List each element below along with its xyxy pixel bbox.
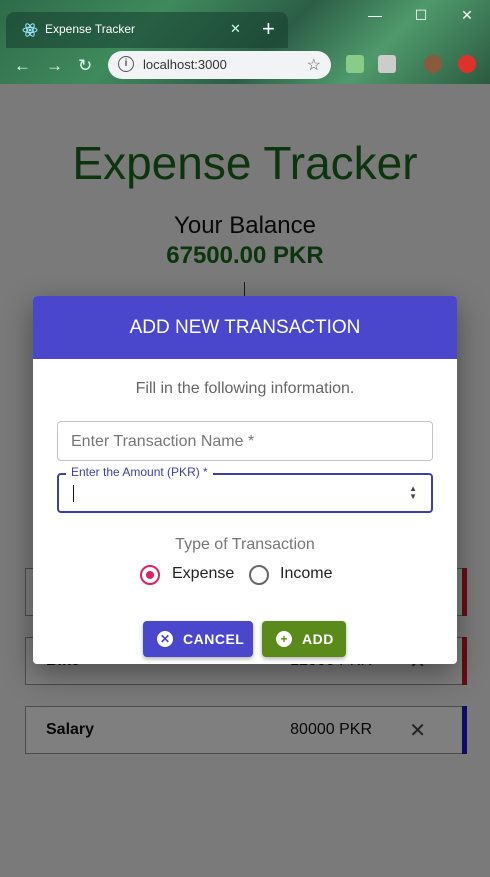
update-icon[interactable] xyxy=(458,55,476,73)
extension-icon-2[interactable] xyxy=(378,55,396,73)
browser-chrome: Expense Tracker ✕ + — ☐ ✕ ← → ↻ i localh… xyxy=(0,0,490,84)
expense-radio-label[interactable]: Expense xyxy=(172,565,234,583)
add-transaction-dialog: ADD NEW TRANSACTION Fill in the followin… xyxy=(33,296,457,664)
forward-icon[interactable]: → xyxy=(46,56,63,76)
amount-field-label: Enter the Amount (PKR) * xyxy=(66,465,213,479)
transaction-name-placeholder: Enter Transaction Name * xyxy=(71,433,255,450)
add-button[interactable]: + ADD xyxy=(262,621,346,657)
react-icon xyxy=(22,23,38,37)
text-caret xyxy=(73,485,74,502)
income-radio[interactable] xyxy=(249,565,269,585)
transaction-name-field[interactable]: Enter Transaction Name * xyxy=(57,421,433,461)
info-icon[interactable]: i xyxy=(118,56,134,72)
extension-icon[interactable] xyxy=(346,55,364,73)
close-window-icon[interactable]: ✕ xyxy=(444,0,490,30)
new-tab-icon[interactable]: + xyxy=(262,18,275,40)
cancel-button[interactable]: ✕ CANCEL xyxy=(143,621,253,657)
address-bar[interactable]: i localhost:3000 ☆ xyxy=(108,51,331,79)
cancel-label: CANCEL xyxy=(183,631,245,647)
back-icon[interactable]: ← xyxy=(14,56,31,76)
reload-icon[interactable]: ↻ xyxy=(78,56,92,76)
add-label: ADD xyxy=(302,631,334,647)
browser-tab[interactable]: Expense Tracker ✕ xyxy=(6,12,288,48)
amount-field[interactable]: ▲ ▼ xyxy=(57,473,433,513)
number-spinner-icon[interactable]: ▲ ▼ xyxy=(409,485,417,501)
url-text: localhost:3000 xyxy=(143,57,227,72)
expense-radio[interactable] xyxy=(140,565,160,585)
dialog-subtitle: Fill in the following information. xyxy=(135,380,355,397)
add-icon: + xyxy=(276,631,292,647)
dialog-title: ADD NEW TRANSACTION xyxy=(33,296,457,359)
profile-avatar[interactable] xyxy=(424,55,442,73)
maximize-icon[interactable]: ☐ xyxy=(398,0,444,30)
bookmark-star-icon[interactable]: ☆ xyxy=(307,55,321,75)
type-label: Type of Transaction xyxy=(175,536,315,553)
minimize-icon[interactable]: — xyxy=(352,0,398,30)
tab-close-icon[interactable]: ✕ xyxy=(230,21,241,37)
browser-toolbar: ← → ↻ i localhost:3000 ☆ xyxy=(0,48,490,84)
income-radio-label[interactable]: Income xyxy=(280,565,332,583)
tab-title: Expense Tracker xyxy=(45,22,136,36)
cancel-icon: ✕ xyxy=(157,631,173,647)
